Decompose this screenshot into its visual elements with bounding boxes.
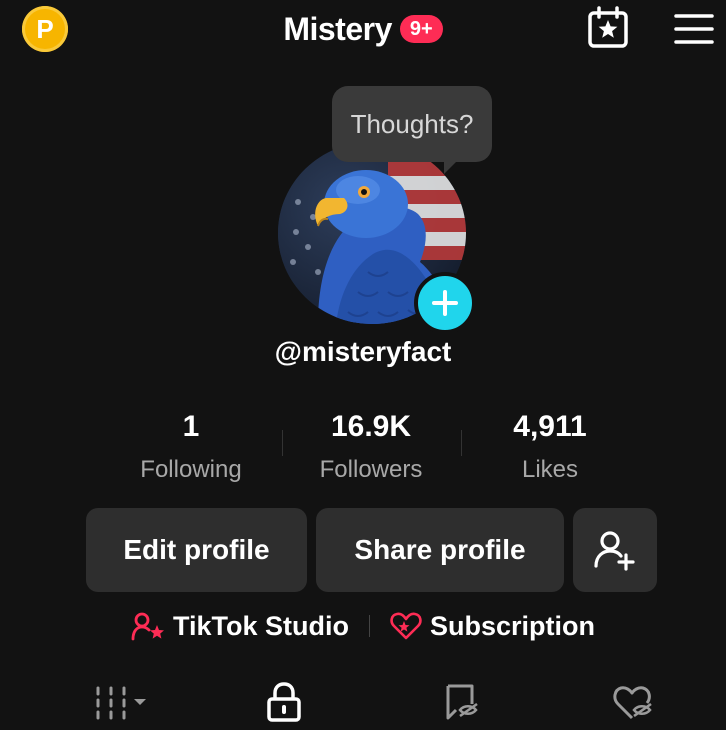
hamburger-menu-icon[interactable] [674, 12, 714, 46]
tiktok-studio-link[interactable]: TikTok Studio [131, 611, 349, 642]
page-title: Mistery [283, 10, 392, 47]
divider [461, 430, 462, 456]
edit-profile-button[interactable]: Edit profile [86, 508, 307, 592]
stat-value: 1 [182, 410, 200, 443]
divider [369, 615, 370, 637]
stat-likes[interactable]: 4,911 Likes [465, 408, 635, 488]
tab-reposts[interactable] [432, 680, 492, 724]
divider [282, 430, 283, 456]
add-user-icon [594, 531, 635, 571]
thoughts-text: Thoughts? [350, 108, 474, 139]
grid-dropdown-icon [96, 686, 146, 720]
username: @misteryfact [274, 336, 452, 367]
stat-label: Likes [521, 456, 579, 483]
liked-hidden-icon [613, 686, 652, 720]
share-profile-label: Share profile [354, 534, 526, 565]
stat-following[interactable]: 1 Following [106, 408, 276, 488]
person-star-icon [131, 612, 164, 641]
repost-hidden-icon [446, 684, 478, 720]
plus-icon [432, 290, 458, 316]
stat-value: 16.9K [330, 410, 412, 443]
add-story-button[interactable] [414, 272, 476, 334]
tab-liked[interactable] [604, 680, 664, 724]
add-friends-button[interactable] [573, 508, 657, 592]
bubble-tail [444, 160, 458, 174]
creator-links-row: TikTok Studio Subscription [0, 606, 726, 646]
stat-followers[interactable]: 16.9K Followers [286, 408, 456, 488]
stat-label: Followers [319, 456, 423, 483]
stat-label: Following [140, 456, 242, 483]
subscription-link[interactable]: Subscription [390, 611, 595, 642]
edit-profile-label: Edit profile [123, 534, 270, 565]
calendar-star-icon[interactable] [586, 6, 630, 50]
lock-icon [267, 682, 301, 722]
subscription-label: Subscription [430, 610, 596, 641]
stat-value: 4,911 [513, 410, 587, 443]
notification-badge: 9+ [399, 15, 443, 43]
tab-videos[interactable] [76, 680, 156, 724]
tab-private[interactable] [254, 680, 314, 724]
thoughts-bubble[interactable]: Thoughts? [332, 86, 492, 162]
tiktok-studio-label: TikTok Studio [172, 610, 349, 641]
share-profile-button[interactable]: Share profile [316, 508, 564, 592]
subscription-heart-icon [390, 612, 422, 640]
